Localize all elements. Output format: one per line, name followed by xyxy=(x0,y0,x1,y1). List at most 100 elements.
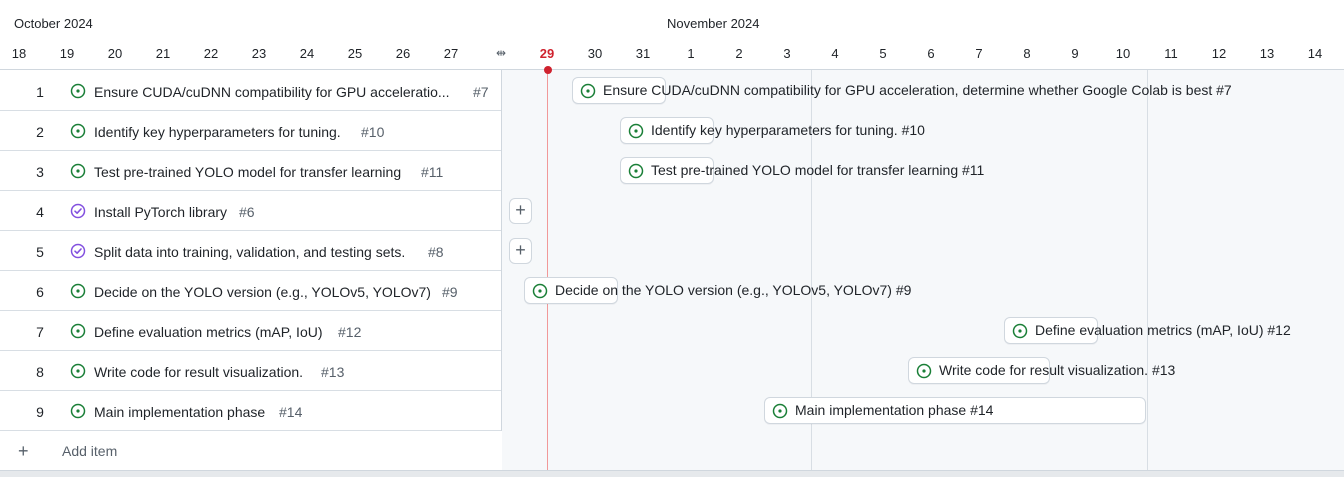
column-resize-handle[interactable]: ⇹ xyxy=(492,46,510,62)
table-row[interactable]: 4 Install PyTorch library #6 xyxy=(0,191,502,231)
table-row[interactable]: 3 Test pre-trained YOLO model for transfe… xyxy=(0,151,502,191)
table-row[interactable]: 5 Split data into training, validation, a… xyxy=(0,231,502,271)
row-number: 5 xyxy=(36,244,44,260)
timeline-bar-label[interactable]: Identify key hyperparameters for tuning.… xyxy=(651,117,925,144)
row-number: 7 xyxy=(36,324,44,340)
day-label: 20 xyxy=(107,46,123,61)
day-label: 27 xyxy=(443,46,459,61)
issue-number[interactable]: #7 xyxy=(473,84,489,100)
issue-open-icon xyxy=(628,123,644,139)
day-label: 12 xyxy=(1211,46,1227,61)
day-label: 31 xyxy=(635,46,651,61)
timeline-bar-label[interactable]: Main implementation phase #14 xyxy=(795,397,993,424)
day-label: 6 xyxy=(927,46,935,61)
item-title[interactable]: Write code for result visualization. xyxy=(94,364,303,380)
issue-open-icon xyxy=(1012,323,1028,339)
timeline-bar-label[interactable]: Decide on the YOLO version (e.g., YOLOv5… xyxy=(555,277,911,304)
issue-number[interactable]: #12 xyxy=(338,324,361,340)
timeline-bar-label[interactable]: Write code for result visualization. #13 xyxy=(939,357,1175,384)
day-label: 14 xyxy=(1307,46,1323,61)
month-label-october: October 2024 xyxy=(14,16,93,31)
row-number: 3 xyxy=(36,164,44,180)
item-title[interactable]: Define evaluation metrics (mAP, IoU) xyxy=(94,324,323,340)
issue-open-icon xyxy=(70,283,86,299)
item-title[interactable]: Ensure CUDA/cuDNN compatibility for GPU … xyxy=(94,84,450,100)
day-label: 5 xyxy=(879,46,887,61)
row-number: 2 xyxy=(36,124,44,140)
table-row[interactable]: 8 Write code for result visualization. #13 xyxy=(0,351,502,391)
table-row[interactable]: 1 Ensure CUDA/cuDNN compatibility for GPU… xyxy=(0,71,502,111)
day-label: 21 xyxy=(155,46,171,61)
day-label: 25 xyxy=(347,46,363,61)
issue-number[interactable]: #13 xyxy=(321,364,344,380)
issue-number[interactable]: #9 xyxy=(442,284,458,300)
day-label: 22 xyxy=(203,46,219,61)
today-line xyxy=(547,70,548,470)
timeline-bar-label[interactable]: Define evaluation metrics (mAP, IoU) #12 xyxy=(1035,317,1291,344)
row-number: 9 xyxy=(36,404,44,420)
table-row[interactable]: 9 Main implementation phase #14 xyxy=(0,391,502,431)
issue-open-icon xyxy=(916,363,932,379)
issue-number[interactable]: #10 xyxy=(361,124,384,140)
row-number: 4 xyxy=(36,204,44,220)
day-label: 24 xyxy=(299,46,315,61)
add-item-row[interactable]: + Add item xyxy=(0,431,502,470)
table-row[interactable]: 2 Identify key hyperparameters for tuning… xyxy=(0,111,502,151)
day-label: 11 xyxy=(1164,46,1178,61)
item-title[interactable]: Decide on the YOLO version (e.g., YOLOv5… xyxy=(94,284,431,300)
horizontal-scrollbar[interactable] xyxy=(0,470,1344,477)
pane-divider[interactable] xyxy=(501,70,502,470)
day-label: 13 xyxy=(1259,46,1275,61)
day-label: 26 xyxy=(395,46,411,61)
row-number: 8 xyxy=(36,364,44,380)
item-title[interactable]: Split data into training, validation, an… xyxy=(94,244,405,260)
day-label: 7 xyxy=(975,46,983,61)
table-row[interactable]: 6 Decide on the YOLO version (e.g., YOLOv… xyxy=(0,271,502,311)
today-marker xyxy=(544,66,552,74)
issue-number[interactable]: #8 xyxy=(428,244,444,260)
issue-open-icon xyxy=(580,83,596,99)
issue-open-icon xyxy=(70,83,86,99)
day-label: 8 xyxy=(1023,46,1031,61)
day-label: 19 xyxy=(59,46,75,61)
day-label: 1 xyxy=(687,46,695,61)
issue-open-icon xyxy=(70,363,86,379)
day-label: 23 xyxy=(251,46,267,61)
row-number: 6 xyxy=(36,284,44,300)
issue-closed-icon xyxy=(70,243,86,259)
week-gridline xyxy=(1147,70,1148,470)
issue-open-icon xyxy=(70,403,86,419)
item-title[interactable]: Identify key hyperparameters for tuning. xyxy=(94,124,341,140)
issue-open-icon xyxy=(772,403,788,419)
issue-open-icon xyxy=(532,283,548,299)
table-row[interactable]: 7 Define evaluation metrics (mAP, IoU) #12 xyxy=(0,311,502,351)
day-label: 2 xyxy=(735,46,743,61)
timeline-bar-label[interactable]: Ensure CUDA/cuDNN compatibility for GPU … xyxy=(603,77,1232,104)
day-label: 30 xyxy=(587,46,603,61)
day-label: 9 xyxy=(1071,46,1079,61)
add-date-button[interactable]: + xyxy=(509,198,532,224)
row-number: 1 xyxy=(36,84,44,100)
day-label: 4 xyxy=(831,46,839,61)
item-title[interactable]: Install PyTorch library xyxy=(94,204,227,220)
issue-closed-icon xyxy=(70,203,86,219)
day-label: 18 xyxy=(11,46,27,61)
plus-icon[interactable]: + xyxy=(18,441,29,462)
issue-open-icon xyxy=(628,163,644,179)
day-label: 29 xyxy=(539,46,555,61)
roadmap-view: October 2024 November 2024 18 19 20 21 22 23 2… xyxy=(0,0,1344,477)
issue-number[interactable]: #6 xyxy=(239,204,255,220)
day-label: 10 xyxy=(1115,46,1131,61)
add-date-button[interactable]: + xyxy=(509,238,532,264)
add-item-label[interactable]: Add item xyxy=(62,443,117,459)
item-title[interactable]: Main implementation phase xyxy=(94,404,265,420)
month-label-november: November 2024 xyxy=(667,16,760,31)
issue-open-icon xyxy=(70,163,86,179)
timeline-bar-label[interactable]: Test pre-trained YOLO model for transfer… xyxy=(651,157,984,184)
issue-open-icon xyxy=(70,323,86,339)
item-title[interactable]: Test pre-trained YOLO model for transfer… xyxy=(94,164,401,180)
issue-number[interactable]: #11 xyxy=(421,164,443,180)
issue-open-icon xyxy=(70,123,86,139)
day-label: 3 xyxy=(783,46,791,61)
issue-number[interactable]: #14 xyxy=(279,404,302,420)
